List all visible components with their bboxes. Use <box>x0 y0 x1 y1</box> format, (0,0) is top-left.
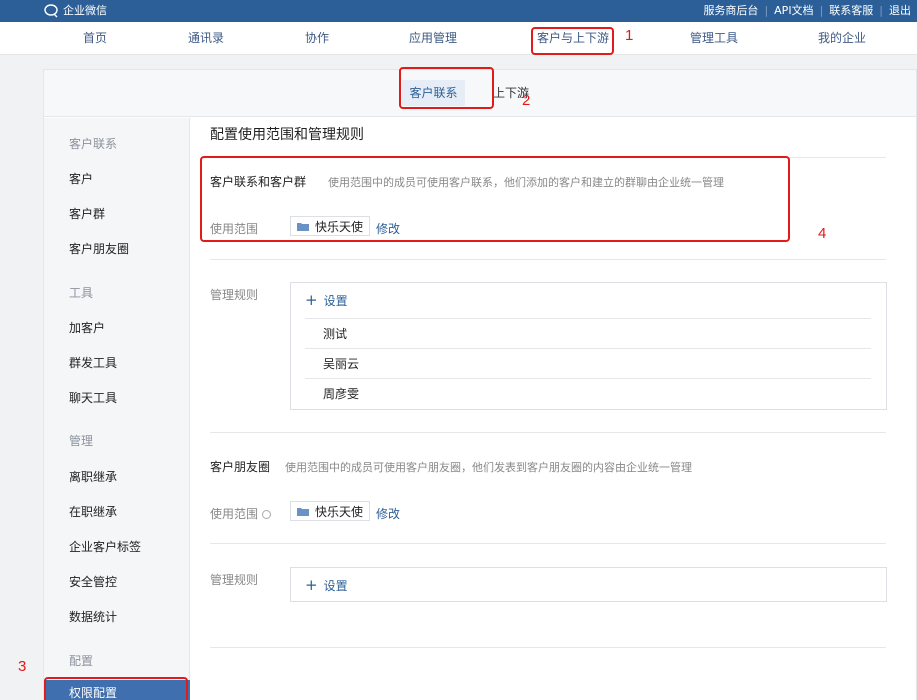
rule-name: 测试 <box>323 327 348 341</box>
provider-console-link[interactable]: 服务商后台 <box>703 3 758 19</box>
sidebar-item-customer-moments[interactable]: 客户朋友圈 <box>69 240 129 257</box>
scope-label: 使用范围 <box>210 505 272 522</box>
annotation-number-3: 3 <box>18 658 27 675</box>
annotation-number-2: 2 <box>522 92 531 109</box>
add-rule-label: 设置 <box>323 294 348 308</box>
top-bar: 企业微信 服务商后台 | API文档 | 联系客服 | 退出 <box>0 0 917 22</box>
divider: | <box>819 4 824 17</box>
nav-management-tools[interactable]: 管理工具 <box>688 22 740 55</box>
edit-scope-link[interactable]: 修改 <box>376 505 400 522</box>
sidebar-item-security-control[interactable]: 安全管控 <box>69 573 117 590</box>
tab-upstream-downstream[interactable]: 上下游 <box>493 80 543 106</box>
nav-home[interactable]: 首页 <box>80 22 110 55</box>
top-links: 服务商后台 | API文档 | 联系客服 | 退出 <box>703 3 911 19</box>
annotation-box-1 <box>531 27 614 55</box>
add-rule-label: 设置 <box>323 579 348 593</box>
nav-my-enterprise[interactable]: 我的企业 <box>816 22 868 55</box>
nav-collaboration[interactable]: 协作 <box>302 22 332 55</box>
main-nav: 首页 通讯录 协作 应用管理 客户与上下游 管理工具 我的企业 <box>0 22 917 55</box>
sidebar-item-customers[interactable]: 客户 <box>69 170 93 187</box>
sidebar-item-add-customer[interactable]: 加客户 <box>69 319 105 336</box>
divider <box>210 647 886 648</box>
section-desc-moments: 使用范围中的成员可使用客户朋友圈，他们发表到客户朋友圈的内容由企业统一管理 <box>285 461 692 474</box>
sidebar: 客户联系 客户 客户群 客户朋友圈 工具 加客户 群发工具 聊天工具 管理 离职… <box>44 118 190 700</box>
sidebar-item-statistics[interactable]: 数据统计 <box>69 608 117 625</box>
contact-support-link[interactable]: 联系客服 <box>829 3 873 19</box>
scope-chip: 快乐天使 <box>290 501 371 521</box>
rule-row[interactable]: 吴丽云 <box>305 348 871 379</box>
annotation-box-2 <box>399 67 494 109</box>
rules-label: 管理规则 <box>210 573 259 587</box>
divider <box>210 543 886 544</box>
logo-text: 企业微信 <box>63 4 107 17</box>
annotation-box-3 <box>44 677 188 700</box>
sidebar-item-chat-tools[interactable]: 聊天工具 <box>69 389 117 406</box>
folder-icon <box>297 507 309 516</box>
annotation-number-4: 4 <box>818 225 827 242</box>
nav-contacts[interactable]: 通讯录 <box>185 22 227 55</box>
page-title: 配置使用范围和管理规则 <box>210 127 364 143</box>
rule-row[interactable]: 周彦雯 <box>305 378 871 409</box>
scope-value: 快乐天使 <box>315 504 364 519</box>
sidebar-item-customer-groups[interactable]: 客户群 <box>69 205 105 222</box>
plus-icon: + <box>305 576 318 594</box>
annotation-box-4 <box>200 156 790 242</box>
rule-name: 周彦雯 <box>323 387 360 401</box>
rules-box: + 设置 <box>290 567 887 602</box>
sidebar-group-management: 管理 <box>69 434 94 448</box>
rule-row[interactable]: 测试 <box>305 318 871 349</box>
add-rule-button[interactable]: + 设置 <box>305 292 348 309</box>
annotation-number-1: 1 <box>625 27 634 44</box>
sidebar-item-mass-send[interactable]: 群发工具 <box>69 354 117 371</box>
logo[interactable]: 企业微信 <box>44 3 107 19</box>
logout-link[interactable]: 退出 <box>889 3 911 19</box>
sidebar-item-resigned-inheritance[interactable]: 离职继承 <box>69 468 117 485</box>
divider <box>210 259 886 260</box>
sidebar-item-onjob-inheritance[interactable]: 在职继承 <box>69 503 117 520</box>
rules-label: 管理规则 <box>210 288 259 302</box>
plus-icon: + <box>305 291 318 309</box>
nav-app-management[interactable]: 应用管理 <box>406 22 460 55</box>
sidebar-item-customer-tags[interactable]: 企业客户标签 <box>69 538 141 555</box>
divider: | <box>764 4 769 17</box>
section-title-moments: 客户朋友圈 <box>210 460 271 474</box>
scope-label-text: 使用范围 <box>210 507 259 521</box>
info-icon[interactable] <box>262 510 272 519</box>
rule-name: 吴丽云 <box>323 357 360 371</box>
divider: | <box>879 4 883 17</box>
rules-box: + 设置 测试 吴丽云 周彦雯 <box>290 282 887 410</box>
add-rule-button[interactable]: + 设置 <box>305 577 348 594</box>
api-docs-link[interactable]: API文档 <box>774 3 813 19</box>
divider <box>210 432 886 433</box>
sidebar-group-config: 配置 <box>69 654 94 668</box>
sidebar-group-customer-contact: 客户联系 <box>69 137 118 151</box>
wecom-logo-icon <box>44 4 58 18</box>
sidebar-group-tools: 工具 <box>69 286 94 300</box>
